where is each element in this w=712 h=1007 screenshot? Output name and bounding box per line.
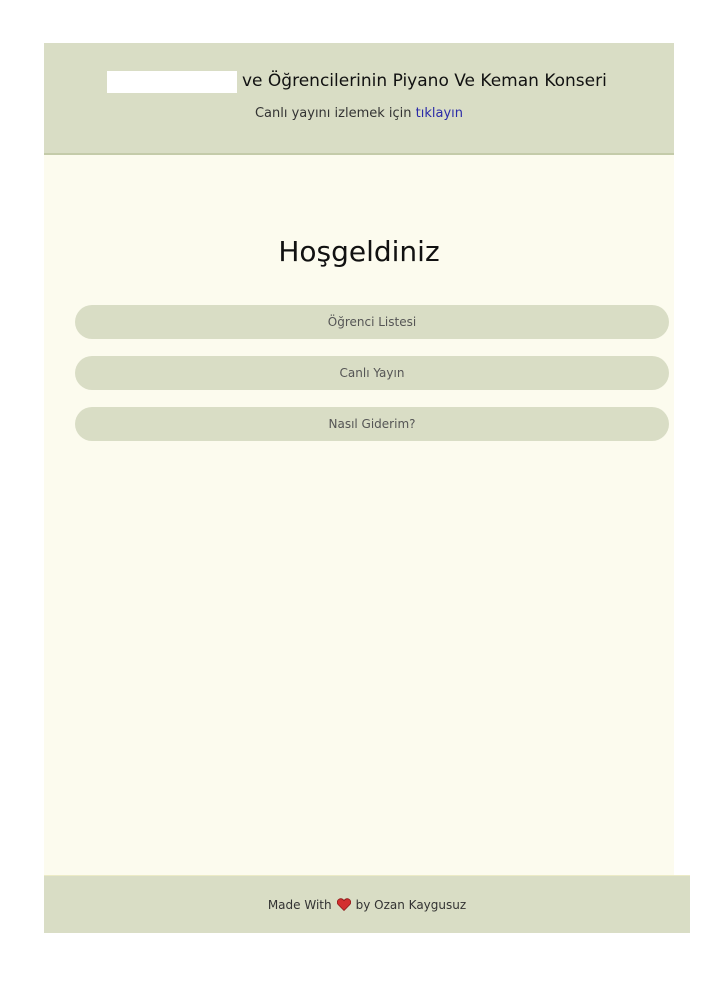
live-stream-text: Canlı yayını izlemek için	[254, 106, 412, 121]
live-stream-button[interactable]: Canlı Yayın	[75, 356, 669, 390]
heart-icon	[336, 898, 351, 911]
student-list-button[interactable]: Öğrenci Listesi	[75, 305, 669, 339]
main-content: Hoşgeldiniz Öğrenci Listesi Canlı Yayın …	[44, 155, 674, 875]
redacted-name-block	[107, 71, 237, 93]
welcome-heading: Hoşgeldiniz	[278, 235, 440, 268]
header: ve Öğrencilerinin Piyano Ve Keman Konser…	[44, 43, 674, 155]
concert-title: ve Öğrencilerinin Piyano Ve Keman Konser…	[242, 71, 607, 91]
footer-author: by Ozan Kaygusuz	[355, 897, 467, 912]
footer: Made With by Ozan Kaygusuz	[44, 875, 690, 933]
page: ve Öğrencilerinin Piyano Ve Keman Konser…	[0, 0, 712, 1007]
live-stream-notice: Canlı yayını izlemek için tıklayın	[44, 106, 674, 121]
directions-button[interactable]: Nasıl Giderim?	[75, 407, 669, 441]
live-stream-link[interactable]: tıklayın	[416, 106, 463, 121]
footer-prefix: Made With	[267, 897, 332, 912]
